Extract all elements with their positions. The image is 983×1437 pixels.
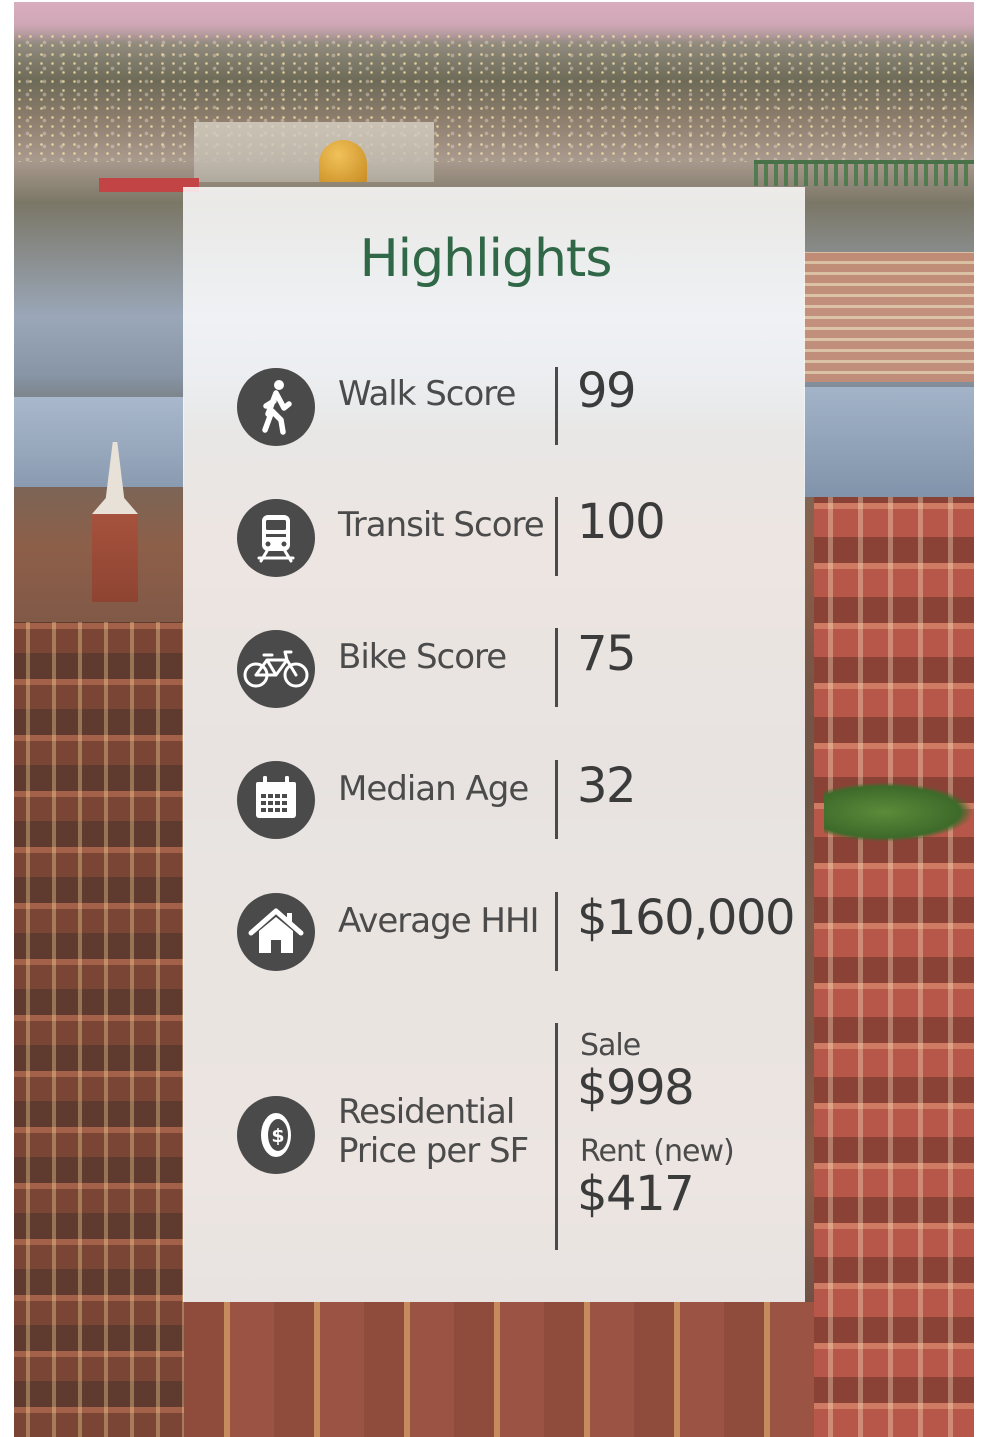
row-divider (555, 367, 558, 445)
highlight-value: 99 (577, 363, 637, 419)
card-title: Highlights (359, 229, 613, 289)
highlight-value: 100 (577, 494, 666, 550)
highlight-label: Walk Score (338, 374, 516, 414)
highlight-value: 75 (577, 626, 637, 682)
highlight-value: $160,000 (577, 890, 796, 946)
train-icon (237, 499, 315, 577)
rent-value: $417 (577, 1166, 695, 1222)
row-divider (555, 628, 558, 707)
highlight-label: Bike Score (338, 637, 507, 677)
price-label-line2: Price per SF (338, 1131, 529, 1171)
sale-value: $998 (577, 1060, 695, 1116)
brick-buildings-right (814, 497, 974, 1437)
highlight-label: Median Age (338, 769, 529, 809)
sale-label: Sale (580, 1028, 641, 1063)
highlight-label: Average HHI (338, 901, 540, 941)
row-divider (555, 760, 558, 839)
pedestrian-icon (237, 368, 315, 446)
river-left (14, 397, 184, 487)
svg-text:$: $ (271, 1125, 284, 1147)
rent-label: Rent (new) (580, 1134, 735, 1169)
brick-buildings-bottom (184, 1302, 814, 1437)
green-bridge (754, 160, 974, 186)
golden-storage-tank (319, 140, 367, 182)
highlight-label: Transit Score (338, 505, 545, 545)
row-divider (555, 497, 558, 576)
price-label-line1: Residential (338, 1092, 515, 1132)
bicycle-icon (237, 630, 315, 708)
calendar-icon (237, 761, 315, 839)
coin-icon: $ (237, 1096, 315, 1174)
house-icon (237, 893, 315, 971)
brick-buildings-left (14, 622, 184, 1437)
river-right (804, 387, 974, 497)
distant-neighborhood-lights (14, 32, 974, 162)
row-divider (555, 1023, 558, 1250)
highlight-value: 32 (577, 758, 637, 814)
industrial-buildings (194, 122, 434, 182)
row-divider (555, 892, 558, 971)
trees (824, 782, 974, 842)
